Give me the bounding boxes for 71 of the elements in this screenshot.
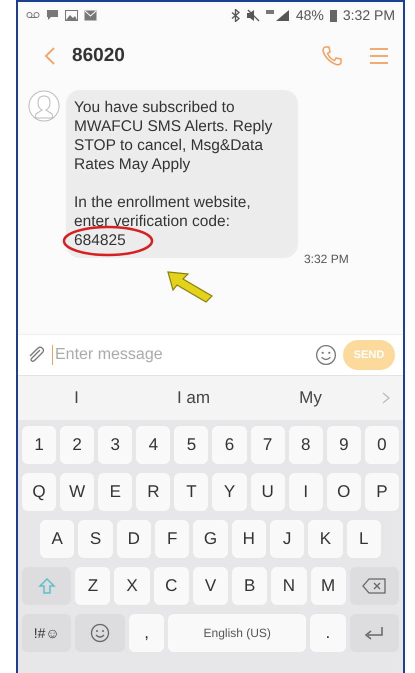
word-suggestion[interactable]: My xyxy=(252,388,369,408)
back-icon[interactable] xyxy=(44,46,56,66)
chevron-icon[interactable] xyxy=(381,391,391,405)
phone-icon[interactable] xyxy=(321,45,343,67)
word-suggestion[interactable]: I xyxy=(18,388,135,408)
smiley-icon[interactable] xyxy=(315,344,337,366)
key[interactable]: U xyxy=(250,473,285,511)
key[interactable]: 2 xyxy=(60,426,94,464)
key[interactable]: C xyxy=(154,567,189,605)
key[interactable]: E xyxy=(98,473,132,511)
key[interactable]: 5 xyxy=(174,426,208,464)
message-field[interactable]: Enter message xyxy=(52,345,309,365)
key[interactable]: V xyxy=(192,567,228,605)
smiley-icon xyxy=(90,623,110,643)
chat-icon xyxy=(46,9,59,21)
key[interactable]: A xyxy=(40,520,74,558)
key[interactable]: N xyxy=(271,567,306,605)
key[interactable]: 6 xyxy=(212,426,247,464)
key[interactable]: 4 xyxy=(136,426,170,464)
key[interactable]: T xyxy=(174,473,208,511)
key[interactable]: Z xyxy=(75,567,110,605)
contact-title: 86020 xyxy=(72,45,126,67)
key[interactable]: J xyxy=(270,520,304,558)
clock: 3:32 PM xyxy=(342,7,395,23)
key[interactable]: Y xyxy=(212,473,247,511)
avatar-icon xyxy=(28,90,60,122)
shift-icon xyxy=(38,577,56,595)
key[interactable]: K xyxy=(308,520,343,558)
key[interactable]: 1 xyxy=(22,426,56,464)
signal-icon xyxy=(266,8,290,22)
key[interactable]: 7 xyxy=(250,426,285,464)
key[interactable]: L xyxy=(346,520,381,558)
key[interactable]: S xyxy=(78,520,113,558)
emoji-key[interactable] xyxy=(75,614,125,652)
key[interactable]: H xyxy=(232,520,266,558)
key[interactable]: W xyxy=(60,473,94,511)
symbols-key[interactable]: !#☺ xyxy=(22,614,72,652)
menu-icon[interactable] xyxy=(369,47,389,65)
key[interactable]: Q xyxy=(22,473,56,511)
image-icon xyxy=(65,10,78,20)
key[interactable]: F xyxy=(154,520,190,558)
backspace-icon xyxy=(362,578,386,594)
key[interactable]: , xyxy=(128,614,164,652)
message-time: 3:32 PM xyxy=(304,252,349,266)
mute-icon xyxy=(246,8,260,22)
enter-key[interactable] xyxy=(350,614,399,652)
key[interactable]: M xyxy=(310,567,346,605)
key[interactable]: R xyxy=(136,473,170,511)
battery-percent: 48% xyxy=(296,7,324,23)
backspace-key[interactable] xyxy=(350,567,399,605)
message-text: You have subscribed to MWAFCU SMS Alerts. Reply STOP to cancel, Msg&Data Rates May Apply xyxy=(74,98,274,174)
key[interactable]: O xyxy=(326,473,361,511)
space-key[interactable]: English (US) xyxy=(168,614,306,652)
key[interactable]: X xyxy=(114,567,150,605)
key[interactable]: D xyxy=(116,520,151,558)
word-suggestion[interactable]: I am xyxy=(135,388,252,408)
message-text: In the enrollment website, enter verification code: xyxy=(74,193,252,231)
key[interactable]: I xyxy=(288,473,323,511)
key[interactable]: 3 xyxy=(98,426,132,464)
key[interactable]: B xyxy=(232,567,268,605)
bluetooth-icon xyxy=(230,8,240,22)
voicemail-icon xyxy=(26,11,40,19)
key[interactable]: P xyxy=(364,473,399,511)
key[interactable]: G xyxy=(193,520,228,558)
key[interactable]: 9 xyxy=(326,426,361,464)
mail-icon xyxy=(84,10,97,20)
battery-icon xyxy=(330,8,337,22)
key[interactable]: . xyxy=(310,614,346,652)
key[interactable]: 8 xyxy=(288,426,323,464)
key[interactable]: 0 xyxy=(364,426,399,464)
verification-code: 684825 xyxy=(74,231,126,250)
